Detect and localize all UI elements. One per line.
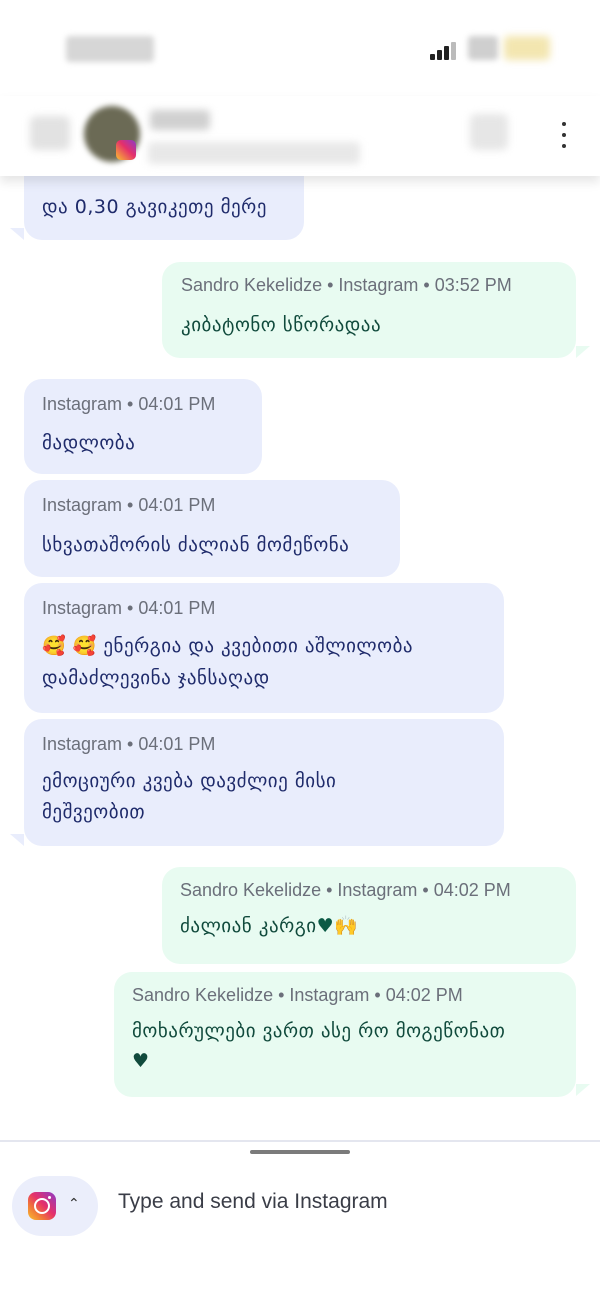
- message-text-line: მეშვეობით: [42, 801, 146, 823]
- message-meta: Instagram • 04:01 PM: [42, 734, 216, 754]
- message-bubble-incoming: Instagram • 04:01 PM ემოციური კვება დავძ…: [24, 719, 504, 846]
- message-text: მადლობა: [42, 432, 136, 454]
- message-text: ძალიან კარგი♥🙌: [180, 911, 358, 942]
- message-bubble-incoming: Instagram • 04:01 PM მადლობა: [24, 379, 262, 474]
- message-text: 🥰 🥰 ენერგია და კვებითი აშლილობა: [42, 631, 413, 662]
- header-action-button[interactable]: [470, 114, 508, 150]
- message-bubble-incoming: Instagram • 04:01 PM სხვათაშორის ძალიან …: [24, 480, 400, 577]
- message-text-line: ემოციური კვება დავძლიე მისი: [42, 770, 337, 792]
- chat-header: [0, 96, 600, 176]
- bubble-tail: [10, 834, 24, 846]
- message-meta: Instagram • 04:01 PM: [42, 495, 216, 515]
- bubble-tail: [10, 228, 24, 240]
- smiling-hearts-emoji: 🥰 🥰: [42, 635, 97, 657]
- heart-hands-emoji: ♥🙌: [316, 915, 359, 937]
- channel-selector-button[interactable]: ⌃: [12, 1176, 98, 1236]
- message-meta: Instagram • 04:01 PM: [42, 394, 216, 414]
- status-time-redacted: [66, 36, 154, 62]
- signal-icon: [430, 40, 460, 60]
- more-vert-icon[interactable]: [556, 122, 572, 148]
- bubble-tail: [576, 346, 590, 358]
- heart-emoji: ♥: [132, 1050, 150, 1072]
- message-text-line: მოხარულები ვართ ასე რო მოგეწონათ: [132, 1020, 506, 1042]
- instagram-badge-icon: [116, 140, 136, 160]
- battery-icon-redacted: [504, 36, 550, 60]
- contact-name-redacted: [150, 110, 210, 130]
- message-text: სხვათაშორის ძალიან მომეწონა: [42, 534, 350, 556]
- message-text: და 0,30 გავიკეთე მერე: [42, 196, 267, 218]
- message-bubble-outgoing: Sandro Kekelidze • Instagram • 04:02 PM …: [162, 867, 576, 964]
- message-bubble-incoming: და 0,30 გავიკეთე მერე: [24, 176, 304, 240]
- contact-subtitle-redacted: [148, 142, 360, 164]
- instagram-icon: [28, 1192, 56, 1220]
- drag-handle[interactable]: [250, 1150, 350, 1154]
- compose-divider: [0, 1140, 600, 1142]
- message-text-line: ძალიან კარგი: [180, 915, 317, 937]
- message-meta: Sandro Kekelidze • Instagram • 04:02 PM: [180, 880, 511, 900]
- bubble-tail: [576, 1084, 590, 1096]
- chevron-up-icon: ⌃: [68, 1196, 80, 1212]
- message-input[interactable]: Type and send via Instagram: [118, 1190, 388, 1214]
- status-icon-redacted: [468, 36, 498, 60]
- message-text-line: ენერგია და კვებითი აშლილობა: [103, 635, 414, 657]
- status-bar: [0, 0, 600, 96]
- message-meta: Instagram • 04:01 PM: [42, 598, 216, 618]
- message-text: კიბატონო სწორადაა: [181, 314, 382, 336]
- message-meta: Sandro Kekelidze • Instagram • 04:02 PM: [132, 985, 463, 1005]
- message-list: და 0,30 გავიკეთე მერე Sandro Kekelidze •…: [0, 176, 600, 1140]
- back-button[interactable]: [30, 116, 70, 150]
- message-bubble-outgoing: Sandro Kekelidze • Instagram • 04:02 PM …: [114, 972, 576, 1097]
- message-bubble-incoming: Instagram • 04:01 PM 🥰 🥰 ენერგია და კვებ…: [24, 583, 504, 713]
- message-meta: Sandro Kekelidze • Instagram • 03:52 PM: [181, 275, 512, 295]
- message-bubble-outgoing: Sandro Kekelidze • Instagram • 03:52 PM …: [162, 262, 576, 358]
- message-text-line: დამაძლევინა ჯანსაღად: [42, 667, 270, 689]
